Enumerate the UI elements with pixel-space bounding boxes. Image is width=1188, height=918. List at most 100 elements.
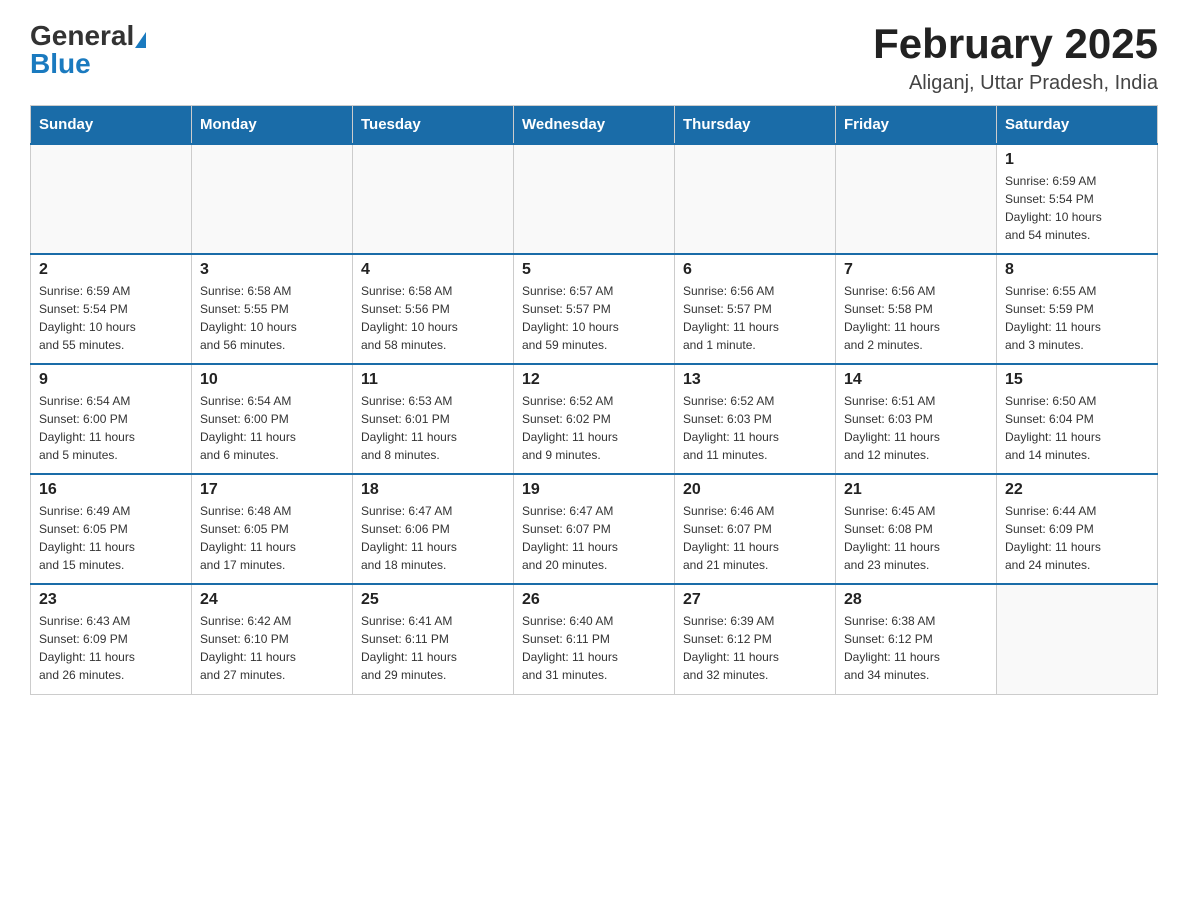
day-number: 1 (1005, 151, 1149, 169)
calendar-cell: 24 Sunrise: 6:42 AM Sunset: 6:10 PM Dayli… (192, 584, 353, 694)
logo-triangle-icon (135, 32, 146, 48)
days-of-week-row: Sunday Monday Tuesday Wednesday Thursday… (31, 106, 1158, 145)
calendar-cell: 10 Sunrise: 6:54 AM Sunset: 6:00 PM Dayli… (192, 364, 353, 474)
day-info: Sunrise: 6:57 AM Sunset: 5:57 PM Dayligh… (522, 282, 666, 354)
calendar-cell: 1 Sunrise: 6:59 AM Sunset: 5:54 PM Daylig… (997, 144, 1158, 254)
calendar-cell: 27 Sunrise: 6:39 AM Sunset: 6:12 PM Dayli… (675, 584, 836, 694)
day-info: Sunrise: 6:40 AM Sunset: 6:11 PM Dayligh… (522, 612, 666, 684)
day-info: Sunrise: 6:59 AM Sunset: 5:54 PM Dayligh… (1005, 172, 1149, 244)
week-row-3: 9 Sunrise: 6:54 AM Sunset: 6:00 PM Daylig… (31, 364, 1158, 474)
day-number: 20 (683, 481, 827, 499)
day-info: Sunrise: 6:39 AM Sunset: 6:12 PM Dayligh… (683, 612, 827, 684)
day-info: Sunrise: 6:45 AM Sunset: 6:08 PM Dayligh… (844, 502, 988, 574)
calendar-cell (192, 144, 353, 254)
day-info: Sunrise: 6:58 AM Sunset: 5:56 PM Dayligh… (361, 282, 505, 354)
day-number: 6 (683, 261, 827, 279)
calendar-cell (353, 144, 514, 254)
day-number: 16 (39, 481, 183, 499)
calendar-cell: 11Sunrise: 6:53 AM Sunset: 6:01 PM Dayli… (353, 364, 514, 474)
day-number: 21 (844, 481, 988, 499)
calendar-cell (514, 144, 675, 254)
day-number: 7 (844, 261, 988, 279)
calendar-cell (836, 144, 997, 254)
day-number: 4 (361, 261, 505, 279)
calendar-cell: 23 Sunrise: 6:43 AM Sunset: 6:09 PM Dayli… (31, 584, 192, 694)
header-thursday: Thursday (675, 106, 836, 145)
day-number: 28 (844, 591, 988, 609)
week-row-2: 2 Sunrise: 6:59 AM Sunset: 5:54 PM Daylig… (31, 254, 1158, 364)
calendar-cell: 7 Sunrise: 6:56 AM Sunset: 5:58 PM Daylig… (836, 254, 997, 364)
calendar-cell: 16 Sunrise: 6:49 AM Sunset: 6:05 PM Dayli… (31, 474, 192, 584)
day-info: Sunrise: 6:58 AM Sunset: 5:55 PM Dayligh… (200, 282, 344, 354)
day-number: 27 (683, 591, 827, 609)
day-info: Sunrise: 6:43 AM Sunset: 6:09 PM Dayligh… (39, 612, 183, 684)
calendar-cell: 9Sunrise: 6:54 AM Sunset: 6:00 PM Daylig… (31, 364, 192, 474)
calendar-cell: 18 Sunrise: 6:47 AM Sunset: 6:06 PM Dayli… (353, 474, 514, 584)
day-info: Sunrise: 6:46 AM Sunset: 6:07 PM Dayligh… (683, 502, 827, 574)
header-tuesday: Tuesday (353, 106, 514, 145)
calendar-cell: 12 Sunrise: 6:52 AM Sunset: 6:02 PM Dayli… (514, 364, 675, 474)
day-info: Sunrise: 6:59 AM Sunset: 5:54 PM Dayligh… (39, 282, 183, 354)
calendar-cell: 17Sunrise: 6:48 AM Sunset: 6:05 PM Dayli… (192, 474, 353, 584)
calendar-cell: 19Sunrise: 6:47 AM Sunset: 6:07 PM Dayli… (514, 474, 675, 584)
logo: General Blue (30, 20, 146, 80)
day-info: Sunrise: 6:52 AM Sunset: 6:03 PM Dayligh… (683, 392, 827, 464)
calendar-cell: 13 Sunrise: 6:52 AM Sunset: 6:03 PM Dayli… (675, 364, 836, 474)
page-header: General Blue February 2025 Aliganj, Utta… (30, 20, 1158, 95)
calendar-cell: 14 Sunrise: 6:51 AM Sunset: 6:03 PM Dayli… (836, 364, 997, 474)
day-info: Sunrise: 6:54 AM Sunset: 6:00 PM Dayligh… (200, 392, 344, 464)
calendar-cell: 6 Sunrise: 6:56 AM Sunset: 5:57 PM Daylig… (675, 254, 836, 364)
header-monday: Monday (192, 106, 353, 145)
calendar-cell (675, 144, 836, 254)
calendar-cell (31, 144, 192, 254)
day-info: Sunrise: 6:42 AM Sunset: 6:10 PM Dayligh… (200, 612, 344, 684)
page-title: February 2025 (873, 20, 1158, 68)
day-number: 8 (1005, 261, 1149, 279)
day-info: Sunrise: 6:51 AM Sunset: 6:03 PM Dayligh… (844, 392, 988, 464)
day-info: Sunrise: 6:49 AM Sunset: 6:05 PM Dayligh… (39, 502, 183, 574)
header-wednesday: Wednesday (514, 106, 675, 145)
day-info: Sunrise: 6:44 AM Sunset: 6:09 PM Dayligh… (1005, 502, 1149, 574)
calendar-cell (997, 584, 1158, 694)
day-number: 19 (522, 481, 666, 499)
day-info: Sunrise: 6:52 AM Sunset: 6:02 PM Dayligh… (522, 392, 666, 464)
day-number: 10 (200, 371, 344, 389)
calendar-cell: 4 Sunrise: 6:58 AM Sunset: 5:56 PM Daylig… (353, 254, 514, 364)
calendar-table: Sunday Monday Tuesday Wednesday Thursday… (30, 105, 1158, 695)
calendar-cell: 3 Sunrise: 6:58 AM Sunset: 5:55 PM Daylig… (192, 254, 353, 364)
calendar-cell: 26 Sunrise: 6:40 AM Sunset: 6:11 PM Dayli… (514, 584, 675, 694)
day-number: 9 (39, 371, 183, 389)
calendar-cell: 5 Sunrise: 6:57 AM Sunset: 5:57 PM Daylig… (514, 254, 675, 364)
header-sunday: Sunday (31, 106, 192, 145)
day-number: 3 (200, 261, 344, 279)
week-row-1: 1 Sunrise: 6:59 AM Sunset: 5:54 PM Daylig… (31, 144, 1158, 254)
day-number: 26 (522, 591, 666, 609)
title-block: February 2025 Aliganj, Uttar Pradesh, In… (873, 20, 1158, 95)
day-number: 2 (39, 261, 183, 279)
week-row-5: 23 Sunrise: 6:43 AM Sunset: 6:09 PM Dayli… (31, 584, 1158, 694)
day-info: Sunrise: 6:48 AM Sunset: 6:05 PM Dayligh… (200, 502, 344, 574)
calendar-cell: 8 Sunrise: 6:55 AM Sunset: 5:59 PM Daylig… (997, 254, 1158, 364)
day-number: 23 (39, 591, 183, 609)
day-number: 5 (522, 261, 666, 279)
day-number: 15 (1005, 371, 1149, 389)
calendar-cell: 25Sunrise: 6:41 AM Sunset: 6:11 PM Dayli… (353, 584, 514, 694)
day-number: 22 (1005, 481, 1149, 499)
day-number: 18 (361, 481, 505, 499)
page-subtitle: Aliganj, Uttar Pradesh, India (873, 72, 1158, 95)
day-number: 13 (683, 371, 827, 389)
logo-blue-text: Blue (30, 48, 91, 80)
day-info: Sunrise: 6:47 AM Sunset: 6:06 PM Dayligh… (361, 502, 505, 574)
day-info: Sunrise: 6:55 AM Sunset: 5:59 PM Dayligh… (1005, 282, 1149, 354)
day-info: Sunrise: 6:56 AM Sunset: 5:58 PM Dayligh… (844, 282, 988, 354)
day-info: Sunrise: 6:50 AM Sunset: 6:04 PM Dayligh… (1005, 392, 1149, 464)
day-info: Sunrise: 6:56 AM Sunset: 5:57 PM Dayligh… (683, 282, 827, 354)
day-number: 11 (361, 371, 505, 389)
day-number: 12 (522, 371, 666, 389)
day-number: 14 (844, 371, 988, 389)
header-friday: Friday (836, 106, 997, 145)
day-number: 24 (200, 591, 344, 609)
calendar-cell: 28Sunrise: 6:38 AM Sunset: 6:12 PM Dayli… (836, 584, 997, 694)
day-number: 25 (361, 591, 505, 609)
calendar-cell: 2 Sunrise: 6:59 AM Sunset: 5:54 PM Daylig… (31, 254, 192, 364)
